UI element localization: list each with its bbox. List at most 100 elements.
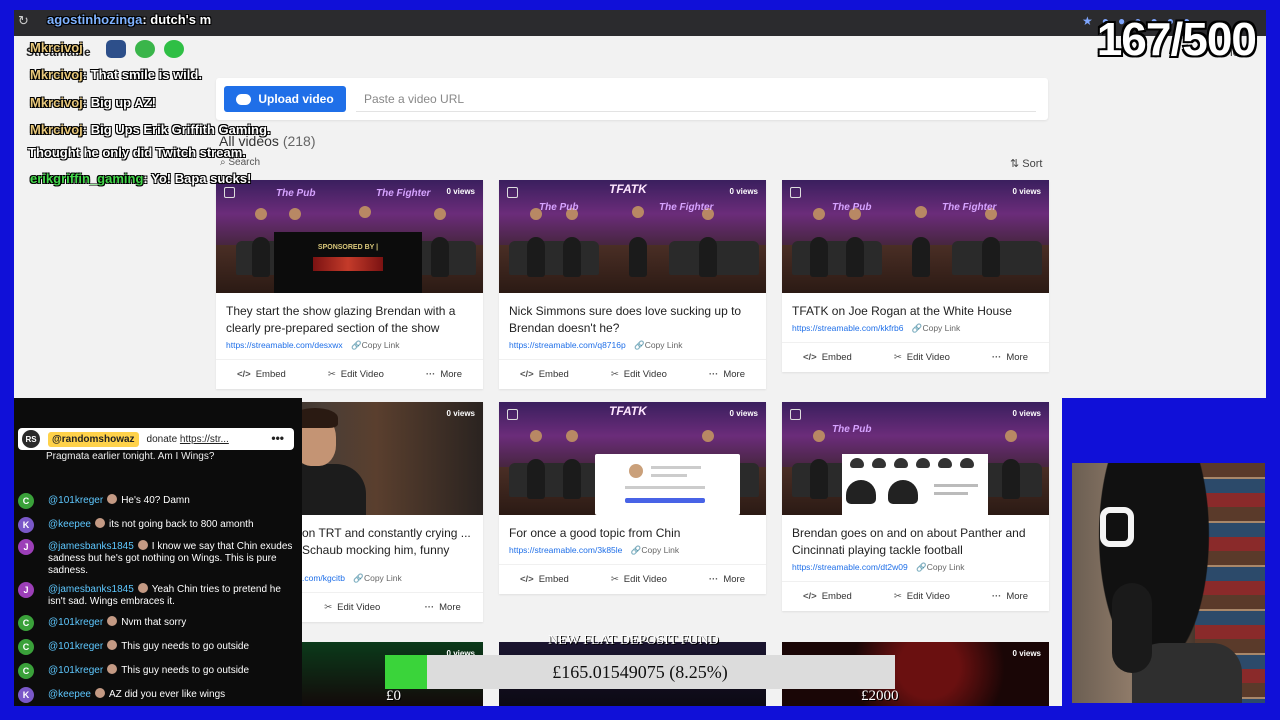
video-card[interactable]: TFATK 0 views For once a good topic from…: [499, 402, 766, 594]
emote-icon: [106, 40, 126, 58]
copy-link[interactable]: 🔗Copy Link: [634, 340, 682, 350]
pinned-link[interactable]: https://str...: [180, 434, 229, 445]
more-button[interactable]: ··· More: [709, 574, 745, 585]
video-url[interactable]: https://streamable.com/3k85le: [509, 545, 622, 555]
sort-button[interactable]: ⇅ Sort: [1010, 157, 1042, 170]
code-icon: </>: [236, 369, 251, 380]
video-thumbnail[interactable]: TFATK 0 views: [499, 402, 766, 515]
chat-username[interactable]: @jamesbanks1845: [48, 541, 134, 552]
tfatk-sign: TFATK: [609, 404, 647, 418]
dots-icon: ···: [991, 352, 1002, 363]
more-label: More: [723, 369, 745, 380]
more-button[interactable]: ··· More: [709, 369, 745, 380]
chat-username[interactable]: @keepee: [48, 519, 91, 530]
video-title[interactable]: Brendan goes on and on about Panther and…: [782, 515, 1049, 559]
video-title[interactable]: Nick Simmons sure does love sucking up t…: [499, 293, 766, 337]
select-checkbox[interactable]: [224, 187, 235, 198]
avatar: J: [18, 582, 34, 598]
chat-text: AZ did you ever like wings: [108, 689, 226, 700]
neon-sign: The Pub: [276, 188, 316, 199]
chat-text: This guy needs to go outside: [121, 641, 250, 652]
video-url[interactable]: https://streamable.com/desxwx: [226, 340, 343, 350]
scissors-icon: ✂: [327, 369, 336, 380]
video-url[interactable]: .com/kgcitb: [302, 573, 345, 583]
video-url-input[interactable]: [356, 86, 1036, 112]
video-card[interactable]: The Pub The Fighter SPONSORED BY | 0 vie…: [216, 180, 483, 389]
chat-username[interactable]: @jamesbanks1845: [48, 584, 134, 595]
video-thumbnail[interactable]: TFATK The Pub The Fighter 0 views: [499, 180, 766, 293]
sponsor-banner: SPONSORED BY |: [274, 232, 422, 293]
neon-sign: The Fighter: [942, 202, 997, 213]
embed-button[interactable]: </> Embed: [803, 352, 852, 363]
chat-username: agostinhozinga: [47, 12, 143, 27]
more-button[interactable]: ··· More: [992, 352, 1028, 363]
video-title[interactable]: TFATK on Joe Rogan at the White House: [782, 293, 1049, 320]
select-checkbox[interactable]: [507, 409, 518, 420]
video-actions: </> Embed ✂ Edit Video ··· More: [499, 359, 766, 389]
more-label: More: [723, 574, 745, 585]
chat-username[interactable]: @keepee: [48, 689, 91, 700]
reload-icon[interactable]: ↻: [18, 13, 29, 29]
copy-link[interactable]: 🔗Copy Link: [351, 340, 399, 350]
embed-button[interactable]: </> Embed: [520, 574, 569, 585]
emote-icon: [164, 40, 184, 58]
copy-link[interactable]: 🔗Copy Link: [916, 562, 964, 572]
upload-video-button[interactable]: Upload video: [224, 86, 346, 112]
video-card[interactable]: TFATK The Pub The Fighter 0 views Nick S…: [499, 180, 766, 389]
link-icon: 🔗: [634, 340, 645, 350]
pinned-text-body: donate: [146, 433, 180, 445]
edit-video-button[interactable]: ✂ Edit Video: [611, 369, 667, 380]
link-icon: 🔗: [911, 323, 923, 333]
copy-link[interactable]: 🔗Copy Link: [353, 573, 401, 583]
video-url[interactable]: https://streamable.com/q8716p: [509, 340, 626, 350]
more-button[interactable]: ··· More: [425, 602, 461, 613]
copy-link-label: Copy Link: [922, 323, 961, 333]
chat-username[interactable]: @101kreger: [48, 641, 103, 652]
dots-icon: ···: [425, 369, 436, 380]
embed-label: Embed: [821, 352, 852, 363]
pinned-message[interactable]: RS @randomshowaz donate https://str... •…: [18, 428, 294, 450]
overlay-chat-line: Mkrcivoj: Big Ups Erik Griffith Gaming.: [30, 122, 271, 137]
video-actions: </> Embed ✂ Edit Video ··· More: [499, 564, 766, 594]
chat-username[interactable]: @101kreger: [48, 665, 103, 676]
link-icon: 🔗: [630, 545, 642, 555]
select-checkbox[interactable]: [790, 187, 801, 198]
embed-label: Embed: [538, 369, 569, 380]
edit-label: Edit Video: [337, 602, 381, 613]
embed-button[interactable]: </> Embed: [803, 591, 852, 602]
neon-sign: The Fighter: [659, 202, 714, 213]
edit-label: Edit Video: [623, 369, 667, 380]
more-button[interactable]: ··· More: [426, 369, 462, 380]
embed-label: Embed: [255, 369, 286, 380]
video-thumbnail[interactable]: The Pub 0 views: [782, 402, 1049, 515]
video-url[interactable]: https://streamable.com/dt2w09: [792, 562, 908, 572]
chat-text: its not going back to 800 amonth: [108, 519, 254, 530]
chat-username[interactable]: @101kreger: [48, 495, 103, 506]
edit-video-button[interactable]: ✂ Edit Video: [611, 574, 667, 585]
video-thumbnail[interactable]: The Pub The Fighter SPONSORED BY | 0 vie…: [216, 180, 483, 293]
video-url[interactable]: https://streamable.com/kkfrb6: [792, 323, 904, 333]
copy-link[interactable]: 🔗Copy Link: [912, 323, 960, 333]
video-thumbnail[interactable]: The Pub The Fighter 0 views: [782, 180, 1049, 293]
more-options-icon[interactable]: •••: [271, 431, 284, 445]
overlay-chat-line: agostinhozinga: dutch's m: [47, 12, 211, 27]
video-link-row: https://streamable.com/kkfrb6 🔗Copy Link: [782, 320, 1049, 334]
edit-video-button[interactable]: ✂ Edit Video: [328, 369, 384, 380]
embed-button[interactable]: </> Embed: [520, 369, 569, 380]
edit-video-button[interactable]: ✂ Edit Video: [894, 591, 950, 602]
chat-username[interactable]: @101kreger: [48, 617, 103, 628]
live-chat-panel: RS @randomshowaz donate https://str... •…: [14, 398, 302, 706]
more-button[interactable]: ··· More: [992, 591, 1028, 602]
video-card[interactable]: The Pub 0 views Brendan goes on and on a…: [782, 402, 1049, 611]
avatar: K: [18, 517, 34, 533]
video-title[interactable]: For once a good topic from Chin: [499, 515, 766, 542]
select-checkbox[interactable]: [507, 187, 518, 198]
edit-video-button[interactable]: ✂ Edit Video: [894, 352, 950, 363]
embed-button[interactable]: </> Embed: [237, 369, 286, 380]
copy-link[interactable]: 🔗Copy Link: [631, 545, 679, 555]
upload-cloud-icon: [236, 93, 252, 105]
select-checkbox[interactable]: [790, 409, 801, 420]
video-title[interactable]: They start the show glazing Brendan with…: [216, 293, 483, 337]
video-card[interactable]: The Pub The Fighter 0 views TFATK on Joe…: [782, 180, 1049, 372]
edit-video-button[interactable]: ✂ Edit Video: [324, 602, 380, 613]
